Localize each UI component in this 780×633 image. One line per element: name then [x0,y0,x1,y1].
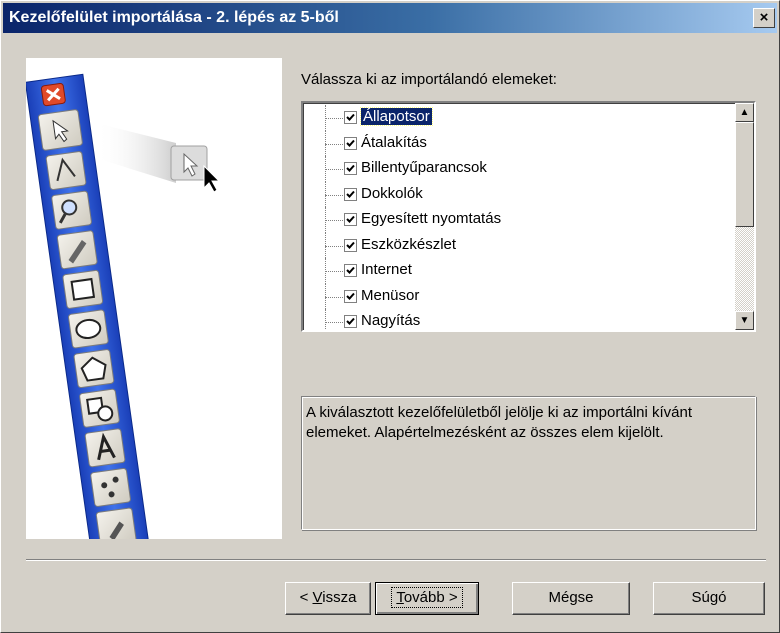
item-checkbox[interactable] [344,238,357,252]
description-text: A kiválasztott kezelőfelületből jelölje … [306,404,693,441]
item-label: Menüsor [361,286,420,304]
tree-connector-horizontal [325,169,343,170]
import-items-list[interactable]: Állapotsor Átalakítás Billentyűparancsok Do… [301,101,756,332]
close-icon: × [759,9,769,26]
ellipse-tool-icon [68,309,109,349]
item-checkbox[interactable] [344,289,357,303]
tree-connector-horizontal [325,143,343,145]
description-panel: A kiválasztott kezelőfelületből jelölje … [301,396,756,530]
tree-connector-horizontal [325,322,343,323]
tree-item-row[interactable]: Menüsor [303,283,733,309]
text-tool-icon [84,428,126,468]
import-items-tree: Állapotsor Átalakítás Billentyűparancsok Do… [303,105,733,330]
scroll-up-icon: ▲ [739,107,750,118]
tree-connector-horizontal [325,245,343,247]
checkmark-icon [346,113,355,121]
dragged-pointer-icon [170,145,208,181]
toolbox-image [26,73,221,539]
pick-tool-icon [37,109,83,151]
item-checkbox[interactable] [344,111,357,124]
tree-item-row[interactable]: Eszközkészlet [303,232,733,258]
next-button-label: Tovább > [391,587,463,608]
tree-item-row[interactable]: Internet [303,258,733,284]
checkmark-icon [346,241,355,249]
mouse-cursor-icon [203,164,221,193]
toolbox-illustration [26,58,282,539]
item-checkbox[interactable] [344,264,357,277]
select-items-prompt: Válassza ki az importálandó elemeket: [301,71,557,88]
window-title: Kezelőfelület importálása - 2. lépés az … [9,9,339,26]
back-button[interactable]: < Vissza [285,582,371,615]
checkmark-icon [346,266,355,274]
item-label: Eszközkészlet [361,235,457,253]
tree-item-row[interactable]: Egyesített nyomtatás [303,207,733,233]
next-button[interactable]: Tovább > [375,582,479,615]
checkmark-icon [346,317,355,325]
scroll-up-button[interactable]: ▲ [735,103,754,122]
item-checkbox[interactable] [344,162,357,175]
import-wizard-dialog: Kezelőfelület importálása - 2. lépés az … [0,0,780,633]
tree-item-row[interactable]: Állapotsor [303,105,733,131]
item-label: Átalakítás [361,133,427,151]
item-label: Internet [361,261,412,278]
item-label: Egyesített nyomtatás [361,210,502,227]
eyedropper-tool-icon [95,507,137,539]
tree-connector-vertical [325,309,326,330]
back-button-label: < Vissza [299,589,357,606]
scroll-down-button[interactable]: ▼ [735,311,754,330]
cancel-button[interactable]: Mégse [512,582,630,615]
help-button[interactable]: Súgó [653,582,765,615]
tree-item-row[interactable]: Nagyítás [303,309,733,330]
footer-separator [26,559,766,561]
item-checkbox[interactable] [344,213,357,226]
tree-connector-horizontal [325,271,343,272]
item-label: Dokkolók [361,184,423,202]
help-button-label: Súgó [691,589,727,606]
tree-connector-horizontal [325,194,343,196]
checkmark-icon [346,139,355,147]
tree-connector-horizontal [325,118,343,119]
checkmark-icon [346,190,355,198]
freehand-tool-icon [56,230,98,270]
shape-tool-icon [45,151,87,190]
item-checkbox[interactable] [344,136,357,150]
polygon-tool-icon [73,349,115,389]
checkmark-icon [346,292,355,300]
item-checkbox[interactable] [344,315,357,328]
item-checkbox[interactable] [344,187,357,201]
checkmark-icon [346,164,355,172]
drag-trail [96,123,176,183]
basic-shapes-tool-icon [79,388,120,428]
zoom-tool-icon [51,190,92,230]
interactive-tool-icon [90,467,131,507]
scroll-down-icon: ▼ [739,315,750,326]
vertical-scrollbar[interactable]: ▲ ▼ [735,103,754,330]
tree-item-row[interactable]: Dokkolók [303,181,733,207]
tree-connector-horizontal [325,220,343,221]
cancel-button-label: Mégse [548,589,594,606]
rectangle-tool-icon [62,269,104,309]
tree-item-row[interactable]: Billentyűparancsok [303,156,733,182]
checkmark-icon [346,215,355,223]
tree-item-row[interactable]: Átalakítás [303,130,733,156]
close-button[interactable]: × [753,8,775,28]
item-label: Állapotsor [360,107,433,126]
item-label: Nagyítás [361,312,421,329]
scroll-thumb[interactable] [735,122,754,227]
tree-connector-horizontal [325,296,343,298]
item-label: Billentyűparancsok [361,159,487,176]
title-bar[interactable]: Kezelőfelület importálása - 2. lépés az … [3,3,777,33]
